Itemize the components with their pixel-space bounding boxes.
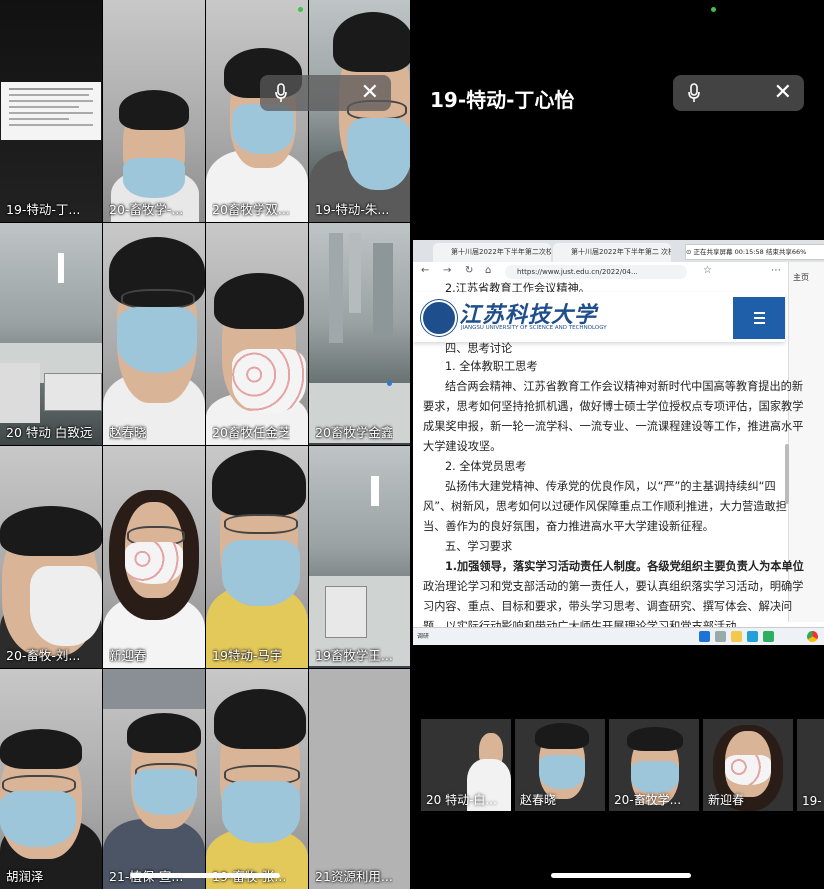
menu-button[interactable]: [733, 297, 785, 339]
status-dot: [711, 7, 716, 12]
participant-name: 20 特动-白...: [426, 793, 497, 807]
home-indicator[interactable]: [130, 873, 280, 878]
participant-name: 20畜牧任金芝: [212, 425, 291, 440]
browser-tab[interactable]: 第十川届2022年下半年第二次校: [433, 243, 551, 262]
back-icon[interactable]: ←: [421, 265, 429, 276]
windows-start-icon[interactable]: [699, 631, 710, 642]
close-icon[interactable]: ✕: [361, 80, 379, 105]
doc-line: 五、学习要求: [445, 540, 513, 553]
participant-thumb[interactable]: 赵春晓: [515, 719, 605, 811]
participant-tile[interactable]: 20-畜牧-刘...: [0, 446, 102, 668]
browser-tab-bar: 第十川届2022年下半年第二次校 第十川届2022年下半年第二 次校 ⊙ 正在共…: [413, 240, 824, 262]
participant-tile[interactable]: 20畜牧任金芝: [206, 223, 308, 445]
home-indicator[interactable]: [551, 873, 691, 878]
doc-line: 1. 全体教职工思考: [445, 360, 538, 373]
participant-tile[interactable]: 19特动-马宇: [206, 446, 308, 668]
chrome-icon[interactable]: [807, 631, 818, 642]
participant-name: 19-: [802, 794, 822, 808]
participant-name: 20畜牧学金鑫: [315, 425, 394, 440]
participant-name: 21资源利用...: [315, 869, 393, 884]
hamburger-icon: [754, 312, 765, 327]
taskbar-label: 调研: [417, 633, 430, 640]
speaker-view: 19-特动-丁心怡 ✕ 第十川届2022年下半年第二次校 第十川届2022年下半…: [413, 0, 824, 889]
edge-icon[interactable]: [747, 631, 758, 642]
participant-tile[interactable]: 20畜牧学双...: [206, 0, 308, 222]
participant-thumb[interactable]: 新迎春: [703, 719, 793, 811]
participant-tile[interactable]: 赵春晓: [103, 223, 205, 445]
participant-name: 胡润泽: [6, 869, 44, 884]
participant-name: 赵春晓: [520, 793, 557, 807]
participant-name: 20 特动 白致远: [6, 425, 93, 440]
site-header: 江苏科技大学 JIANGSU UNIVERSITY OF SCIENCE AND…: [413, 292, 785, 342]
participant-name: 20-畜牧学...: [614, 793, 682, 807]
doc-line: 结合两会精神、江苏省教育工作会议精神对新时代中国高等教育提出的新: [445, 380, 804, 393]
participant-grid: 19-特动-丁... 20-畜牧学-... 20畜牧学双... 19-特动-朱.…: [0, 0, 410, 889]
participant-name: 20-畜牧学-...: [109, 202, 184, 217]
forward-icon[interactable]: →: [443, 265, 451, 276]
participant-strip: 20 特动-白... 赵春晓 20-畜牧学... 新迎春 19-: [413, 719, 824, 811]
doc-line: 1.加强领导，落实学习活动责任人制度。各级党组织主要负责人为本单位: [445, 560, 804, 573]
doc-line: 当、善作为的良好氛围，奋力推进高水平大学建设新征程。: [423, 520, 714, 533]
explorer-icon[interactable]: [731, 631, 742, 642]
app-icon[interactable]: [763, 631, 774, 642]
participant-tile[interactable]: 19-畜牧-张...: [206, 669, 308, 889]
university-logo-icon[interactable]: [421, 300, 457, 336]
close-icon[interactable]: ✕: [774, 80, 792, 105]
doc-line: 习内容、重点、目标和要求，带头学习思考、调查研究、撰写体会、解决问: [423, 600, 793, 613]
participant-tile[interactable]: 19-特动-朱...: [309, 0, 410, 222]
participant-tile[interactable]: 20 特动 白致远: [0, 223, 102, 445]
scrollbar[interactable]: [785, 324, 789, 524]
participant-name: 19-特动-朱...: [315, 202, 390, 217]
doc-line: 大学建设攻坚。: [423, 440, 502, 453]
mic-icon[interactable]: [687, 83, 701, 103]
sidebar-home-label[interactable]: 主页: [793, 272, 821, 283]
participant-tile[interactable]: 21资源利用...: [309, 669, 410, 889]
participant-tile[interactable]: 20-畜牧学-...: [103, 0, 205, 222]
doc-line: 政治理论学习和党支部活动的第一责任人，要认真组织落实学习活动，明确学: [423, 580, 804, 593]
participant-name: 19畜牧学王...: [315, 648, 393, 663]
participant-name: 20畜牧学双...: [212, 202, 290, 217]
participant-name: 赵春晓: [109, 425, 147, 440]
shared-screen-thumbnail: [1, 82, 101, 140]
browser-tab[interactable]: 第十川届2022年下半年第二 次校: [553, 243, 671, 262]
participant-tile[interactable]: 新迎春: [103, 446, 205, 668]
doc-line: 成果奖申报，新一轮一流学科、一流专业、一流课程建设等工作，推进高水平: [423, 420, 804, 433]
participant-name: 新迎春: [708, 793, 745, 807]
url-field[interactable]: https://www.just.edu.cn/2022/04...: [505, 265, 687, 279]
home-icon[interactable]: ⌂: [485, 265, 491, 276]
participant-thumb[interactable]: 19-: [797, 719, 824, 811]
participant-name: 19-特动-丁...: [6, 202, 81, 217]
doc-line: 风”、树新风，思考如何以过硬作风保障重点工作顺利推进，大力营造敢担: [423, 500, 787, 513]
windows-taskbar: 调研: [413, 627, 824, 645]
doc-line: 要求，思考如何坚持抢抓机遇，做好博士硕士学位授权点专项评估，国家教学: [423, 400, 804, 413]
participant-thumb[interactable]: 20-畜牧学...: [609, 719, 699, 811]
star-icon[interactable]: ☆: [703, 265, 712, 276]
mute-bar[interactable]: ✕: [260, 75, 391, 111]
participant-tile[interactable]: 19畜牧学王...: [309, 446, 410, 668]
speaker-name: 19-特动-丁心怡: [430, 88, 575, 112]
mute-bar[interactable]: ✕: [673, 75, 804, 111]
refresh-icon[interactable]: ↻: [465, 265, 473, 276]
search-icon[interactable]: [715, 631, 726, 642]
more-icon[interactable]: ⋯: [771, 265, 781, 276]
participant-thumb[interactable]: 20 特动-白...: [421, 719, 511, 811]
video-grid: 19-特动-丁... 20-畜牧学-... 20畜牧学双... 19-特动-朱.…: [0, 0, 410, 889]
participant-name: 19特动-马宇: [212, 648, 283, 663]
university-name-en: JIANGSU UNIVERSITY OF SCIENCE AND TECHNO…: [461, 325, 607, 331]
status-dot: [298, 7, 303, 12]
participant-tile[interactable]: 19-特动-丁...: [0, 0, 102, 222]
participant-name: 新迎春: [109, 648, 147, 663]
doc-line: 2. 全体党员思考: [445, 460, 527, 473]
participant-tile[interactable]: 胡润泽: [0, 669, 102, 889]
web-page: 2.江苏省教育工作会议精神。 四、思考讨论 1. 全体教职工思考 结合两会精神、…: [413, 282, 804, 633]
participant-tile[interactable]: 21-植保-宣...: [103, 669, 205, 889]
sharing-status-bar[interactable]: ⊙ 正在共享屏幕 00:15:58 结束共享66%: [685, 244, 824, 260]
mic-icon[interactable]: [274, 83, 288, 103]
doc-line: 弘扬伟大建党精神、传承党的优良作风，以“严”的主基调持续纠“四: [445, 480, 776, 493]
participant-tile[interactable]: 20畜牧学金鑫: [309, 223, 410, 445]
participant-name: 20-畜牧-刘...: [6, 648, 81, 663]
shared-screen[interactable]: 第十川届2022年下半年第二次校 第十川届2022年下半年第二 次校 ⊙ 正在共…: [413, 240, 824, 645]
